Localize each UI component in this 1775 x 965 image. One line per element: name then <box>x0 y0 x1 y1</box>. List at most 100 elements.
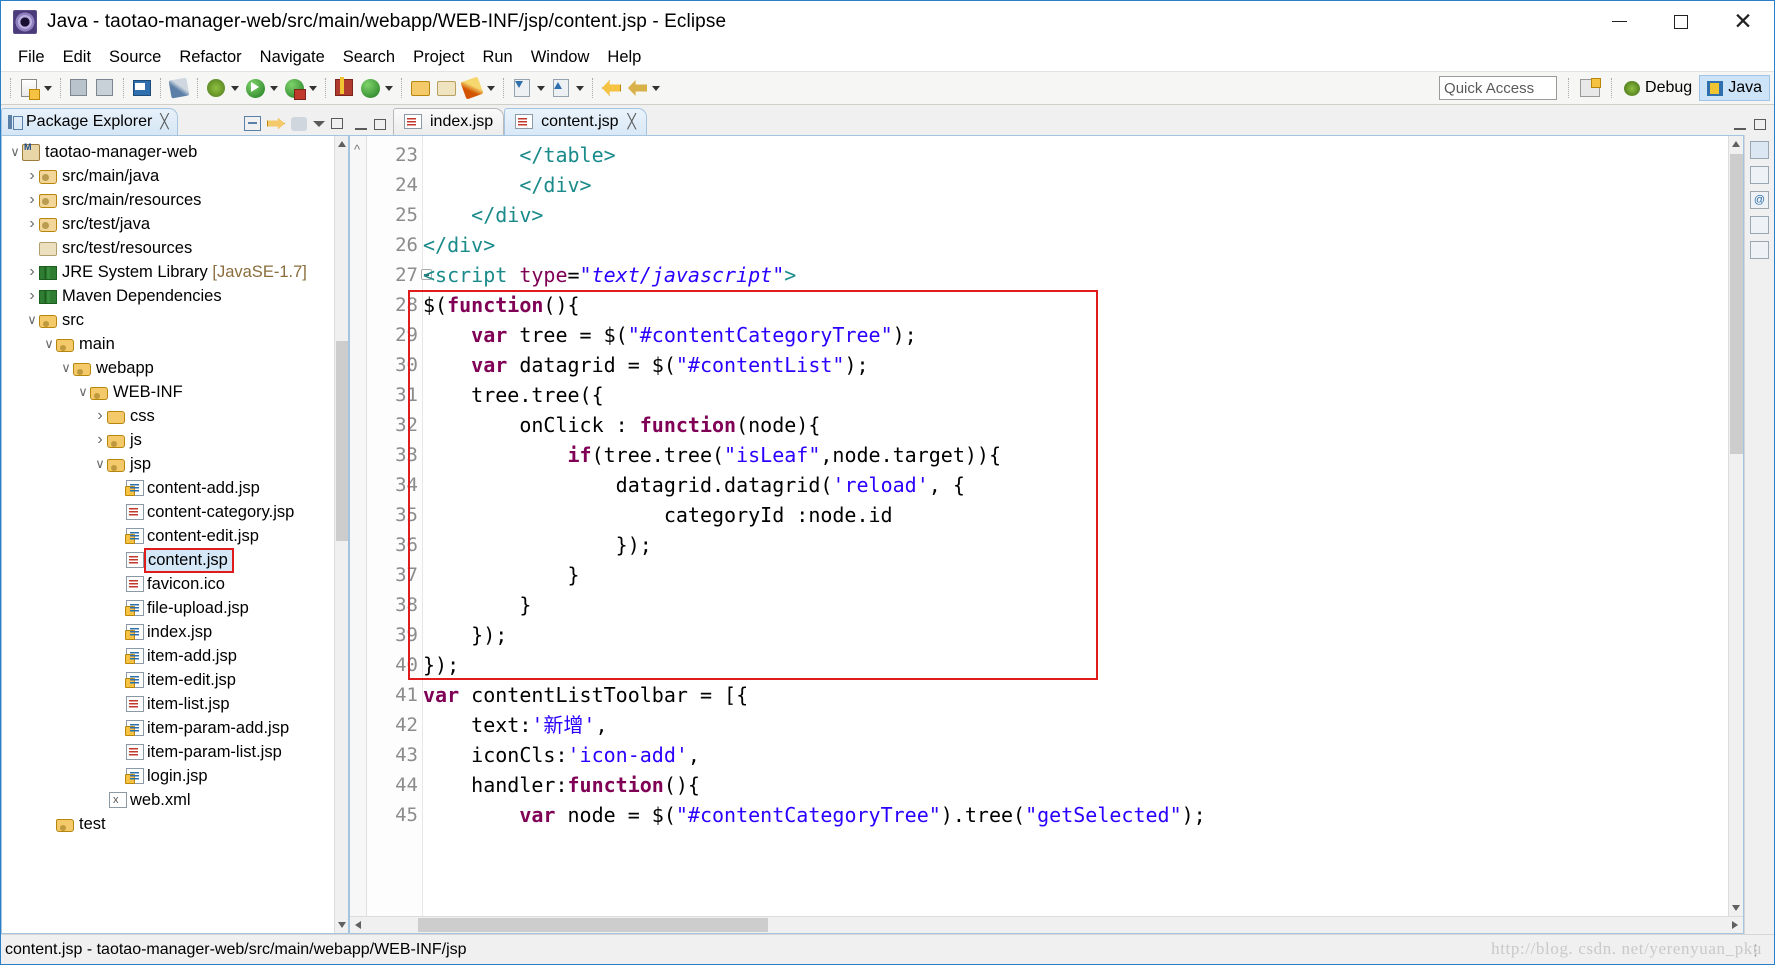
save-all-icon[interactable] <box>94 77 116 99</box>
tree-item[interactable]: item-add.jsp <box>2 644 334 668</box>
menu-source[interactable]: Source <box>100 45 170 70</box>
twisty-expanded-icon[interactable] <box>59 360 73 376</box>
back-dropdown-arrow[interactable] <box>651 77 662 99</box>
new-class-dropdown-arrow[interactable] <box>486 77 497 99</box>
last-edit-location-icon[interactable] <box>600 77 622 99</box>
tree-item[interactable]: js <box>2 428 334 452</box>
editor-minimize-icon[interactable] <box>1734 120 1746 130</box>
new-package-folder-icon[interactable] <box>435 77 457 99</box>
tree-item[interactable]: login.jsp <box>2 764 334 788</box>
twisty-expanded-icon[interactable] <box>25 312 39 328</box>
chevron-down-icon[interactable] <box>313 120 325 127</box>
run-icon[interactable] <box>244 77 266 99</box>
tree-item[interactable]: item-param-add.jsp <box>2 716 334 740</box>
external-tools-dropdown-arrow[interactable] <box>384 77 395 99</box>
external-tools-icon[interactable] <box>359 77 381 99</box>
link-with-editor-icon[interactable] <box>267 117 285 130</box>
new-java-project-icon[interactable] <box>409 77 431 99</box>
editor-vertical-scrollbar[interactable] <box>1728 136 1743 916</box>
editor-tab-content-jsp[interactable]: content.jsp ╳ <box>504 108 647 135</box>
perspective-debug[interactable]: Debug <box>1617 75 1699 101</box>
tree-item[interactable]: favicon.ico <box>2 572 334 596</box>
new-wizard-icon[interactable] <box>18 77 40 99</box>
tree-item[interactable]: src/test/java <box>2 212 334 236</box>
menu-file[interactable]: File <box>9 45 54 70</box>
tree-item[interactable]: test <box>2 812 334 836</box>
back-icon[interactable] <box>626 77 648 99</box>
twisty-expanded-icon[interactable] <box>76 384 90 400</box>
maximize-icon[interactable] <box>331 118 343 129</box>
run-dropdown-arrow[interactable] <box>269 77 280 99</box>
twisty-expanded-icon[interactable] <box>93 456 107 472</box>
source-code-text[interactable]: </table> </div> </div> </div> <script type… <box>423 136 1728 916</box>
editor-tab-index-jsp[interactable]: index.jsp <box>393 108 505 135</box>
menu-project[interactable]: Project <box>404 45 473 70</box>
new-dropdown-arrow[interactable] <box>43 77 54 99</box>
tree-item[interactable]: WEB-INF <box>2 380 334 404</box>
debug-icon[interactable] <box>205 77 227 99</box>
tree-item[interactable]: web.xml <box>2 788 334 812</box>
twisty-collapsed-icon[interactable] <box>25 287 39 305</box>
tree-item[interactable]: JRE System Library [JavaSE-1.7] <box>2 260 334 284</box>
console-icon[interactable] <box>1750 241 1769 259</box>
tree-item-selected[interactable]: content.jsp <box>2 547 334 573</box>
tree-item[interactable]: css <box>2 404 334 428</box>
tree-item[interactable]: main <box>2 332 334 356</box>
sidebar-scrollbar[interactable] <box>334 136 348 933</box>
project-tree[interactable]: taotao-manager-web src/main/java src/main/… <box>2 136 334 933</box>
close-icon[interactable]: ╳ <box>160 113 168 130</box>
menu-search[interactable]: Search <box>334 45 404 70</box>
twisty-expanded-icon[interactable] <box>8 144 22 160</box>
maximize-button[interactable] <box>1650 1 1712 42</box>
print-icon[interactable] <box>131 77 153 99</box>
menu-refactor[interactable]: Refactor <box>170 45 250 70</box>
editor-horizontal-scrollbar[interactable] <box>350 916 1743 933</box>
menu-edit[interactable]: Edit <box>54 45 100 70</box>
tree-item[interactable]: src/main/java <box>2 164 334 188</box>
run-coverage-icon[interactable] <box>283 77 305 99</box>
view-menu-icon[interactable] <box>291 116 307 131</box>
tree-item[interactable]: src/main/resources <box>2 188 334 212</box>
twisty-expanded-icon[interactable] <box>42 336 56 352</box>
task-icon[interactable] <box>1750 166 1769 184</box>
tree-item[interactable]: index.jsp <box>2 620 334 644</box>
tree-item[interactable]: taotao-manager-web <box>2 140 334 164</box>
editor-maximize-icon[interactable] <box>1754 119 1766 130</box>
at-icon[interactable]: @ <box>1750 191 1769 209</box>
coverage-dropdown-arrow[interactable] <box>308 77 319 99</box>
scroll-up-arrow[interactable]: ^ <box>354 142 360 157</box>
tree-item[interactable]: jsp <box>2 452 334 476</box>
tree-item[interactable]: item-list.jsp <box>2 692 334 716</box>
scrollbar-thumb[interactable] <box>418 918 768 932</box>
menu-help[interactable]: Help <box>598 45 650 70</box>
tree-item[interactable]: file-upload.jsp <box>2 596 334 620</box>
perspective-java[interactable]: Java <box>1699 75 1770 101</box>
twisty-collapsed-icon[interactable] <box>25 215 39 233</box>
tree-item[interactable]: content-category.jsp <box>2 500 334 524</box>
scrollbar-thumb[interactable] <box>1730 154 1743 454</box>
new-package-icon[interactable] <box>333 77 355 99</box>
tree-item[interactable]: content-edit.jsp <box>2 524 334 548</box>
open-perspective-icon[interactable] <box>1580 78 1602 97</box>
scroll-down-arrow[interactable] <box>335 917 348 933</box>
menu-run[interactable]: Run <box>473 45 521 70</box>
next-annotation-icon[interactable] <box>511 77 533 99</box>
twisty-collapsed-icon[interactable] <box>25 263 39 281</box>
next-annotation-dropdown-arrow[interactable] <box>536 77 547 99</box>
debug-dropdown-arrow[interactable] <box>230 77 241 99</box>
close-icon[interactable]: ╳ <box>628 113 636 130</box>
toggle-mark-occurrences-icon[interactable] <box>168 77 190 99</box>
tree-item[interactable]: item-edit.jsp <box>2 668 334 692</box>
twisty-collapsed-icon[interactable] <box>25 191 39 209</box>
outline-icon[interactable] <box>1750 141 1769 159</box>
scroll-right-arrow[interactable] <box>1726 917 1743 933</box>
tree-item[interactable]: content-add.jsp <box>2 476 334 500</box>
scroll-left-arrow[interactable] <box>350 917 367 933</box>
minimize-button[interactable] <box>1588 1 1650 42</box>
save-icon[interactable] <box>68 77 90 99</box>
menu-window[interactable]: Window <box>522 45 599 70</box>
menu-navigate[interactable]: Navigate <box>251 45 334 70</box>
close-button[interactable]: ✕ <box>1712 1 1774 42</box>
tree-item[interactable]: src/test/resources <box>2 236 334 260</box>
scroll-up-arrow[interactable] <box>335 136 348 152</box>
